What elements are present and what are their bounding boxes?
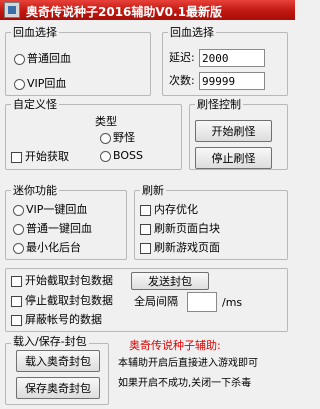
check-block-account[interactable]: 屏蔽帐号的数据 [11,313,102,327]
radio-label: 野怪 [113,131,135,144]
checkbox-icon [11,275,22,287]
radio-circle-icon [100,150,111,162]
check-refresh-game-page[interactable]: 刷新游戏页面 [140,241,220,255]
info-heading: 奥奇传说种子辅助: [129,339,221,352]
checkbox-label: 开始获取 [25,150,69,163]
info-line-2: 如果开启不成功,关闭一下杀毒 [118,378,252,389]
radio-vip-one-click[interactable]: VIP一键回血 [13,203,87,217]
checkbox-icon [11,314,22,326]
check-start-fetch[interactable]: 开始获取 [11,150,69,164]
refresh-group-title: 刷新 [140,184,166,197]
checkbox-icon [140,223,151,235]
radio-circle-icon [14,78,25,90]
check-stop-capture[interactable]: 停止截取封包数据 [11,294,113,308]
checkbox-icon [11,295,22,307]
radio-minimize-background[interactable]: 最小化后台 [13,241,81,255]
radio-circle-icon [13,242,24,254]
checkbox-label: 刷新页面白块 [154,222,220,235]
mini-functions-group-title: 迷你功能 [11,184,59,197]
interval-label: 全局间隔 [134,295,178,308]
stop-farm-button[interactable]: 停止刷怪 [195,147,272,169]
count-input[interactable] [199,72,265,90]
radio-vip-recover[interactable]: VIP回血 [14,77,66,91]
interval-input[interactable] [187,292,217,312]
load-packet-button[interactable]: 载入奥奇封包 [16,350,100,372]
send-packet-button[interactable]: 发送封包 [131,272,209,290]
save-packet-button[interactable]: 保存奥奇封包 [16,377,100,399]
radio-wild-monster[interactable]: 野怪 [100,131,135,145]
custom-monster-group-title: 自定义怪 [11,98,59,111]
delay-label: 延迟: [169,51,195,64]
checkbox-icon [140,242,151,254]
checkbox-label: 刷新游戏页面 [154,241,220,254]
checkbox-label: 屏蔽帐号的数据 [25,313,102,326]
radio-boss[interactable]: BOSS [100,149,143,163]
radio-normal-recover[interactable]: 普通回血 [14,52,71,66]
hp-recover-group-title: 回血选择 [11,26,59,39]
farm-control-group-title: 刷怪控制 [195,98,243,111]
app-icon [4,2,20,18]
load-save-group-title: 载入/保存-封包 [11,335,89,348]
radio-circle-icon [13,223,24,235]
delay-input[interactable] [199,49,265,67]
radio-label: VIP一键回血 [26,203,88,216]
checkbox-icon [140,204,151,216]
radio-circle-icon [14,53,25,65]
radio-label: 普通回血 [27,52,71,65]
checkbox-label: 内存优化 [154,203,198,216]
radio-label: BOSS [113,149,143,162]
check-memory-optimize[interactable]: 内存优化 [140,203,198,217]
radio-circle-icon [100,132,111,144]
interval-unit: /ms [222,296,243,309]
radio-label: 普通一键回血 [26,222,92,235]
checkbox-icon [11,151,22,163]
check-start-capture[interactable]: 开始截取封包数据 [11,274,113,288]
radio-circle-icon [13,204,24,216]
monster-type-label: 类型 [95,115,117,128]
hp-select-group-title: 回血选择 [168,26,216,39]
radio-label: VIP回血 [27,77,67,90]
radio-normal-one-click[interactable]: 普通一键回血 [13,222,92,236]
checkbox-label: 开始截取封包数据 [25,274,113,287]
start-farm-button[interactable]: 开始刷怪 [195,120,272,142]
info-line-1: 本辅助开启后直接进入游戏即可 [118,358,258,369]
checkbox-label: 停止截取封包数据 [25,294,113,307]
title-bar[interactable]: 奥奇传说种子2016辅助V0.1最新版 [0,0,295,20]
check-refresh-white-block[interactable]: 刷新页面白块 [140,222,220,236]
radio-label: 最小化后台 [26,241,81,254]
count-label: 次数: [169,74,195,87]
window-title: 奥奇传说种子2016辅助V0.1最新版 [26,5,222,19]
